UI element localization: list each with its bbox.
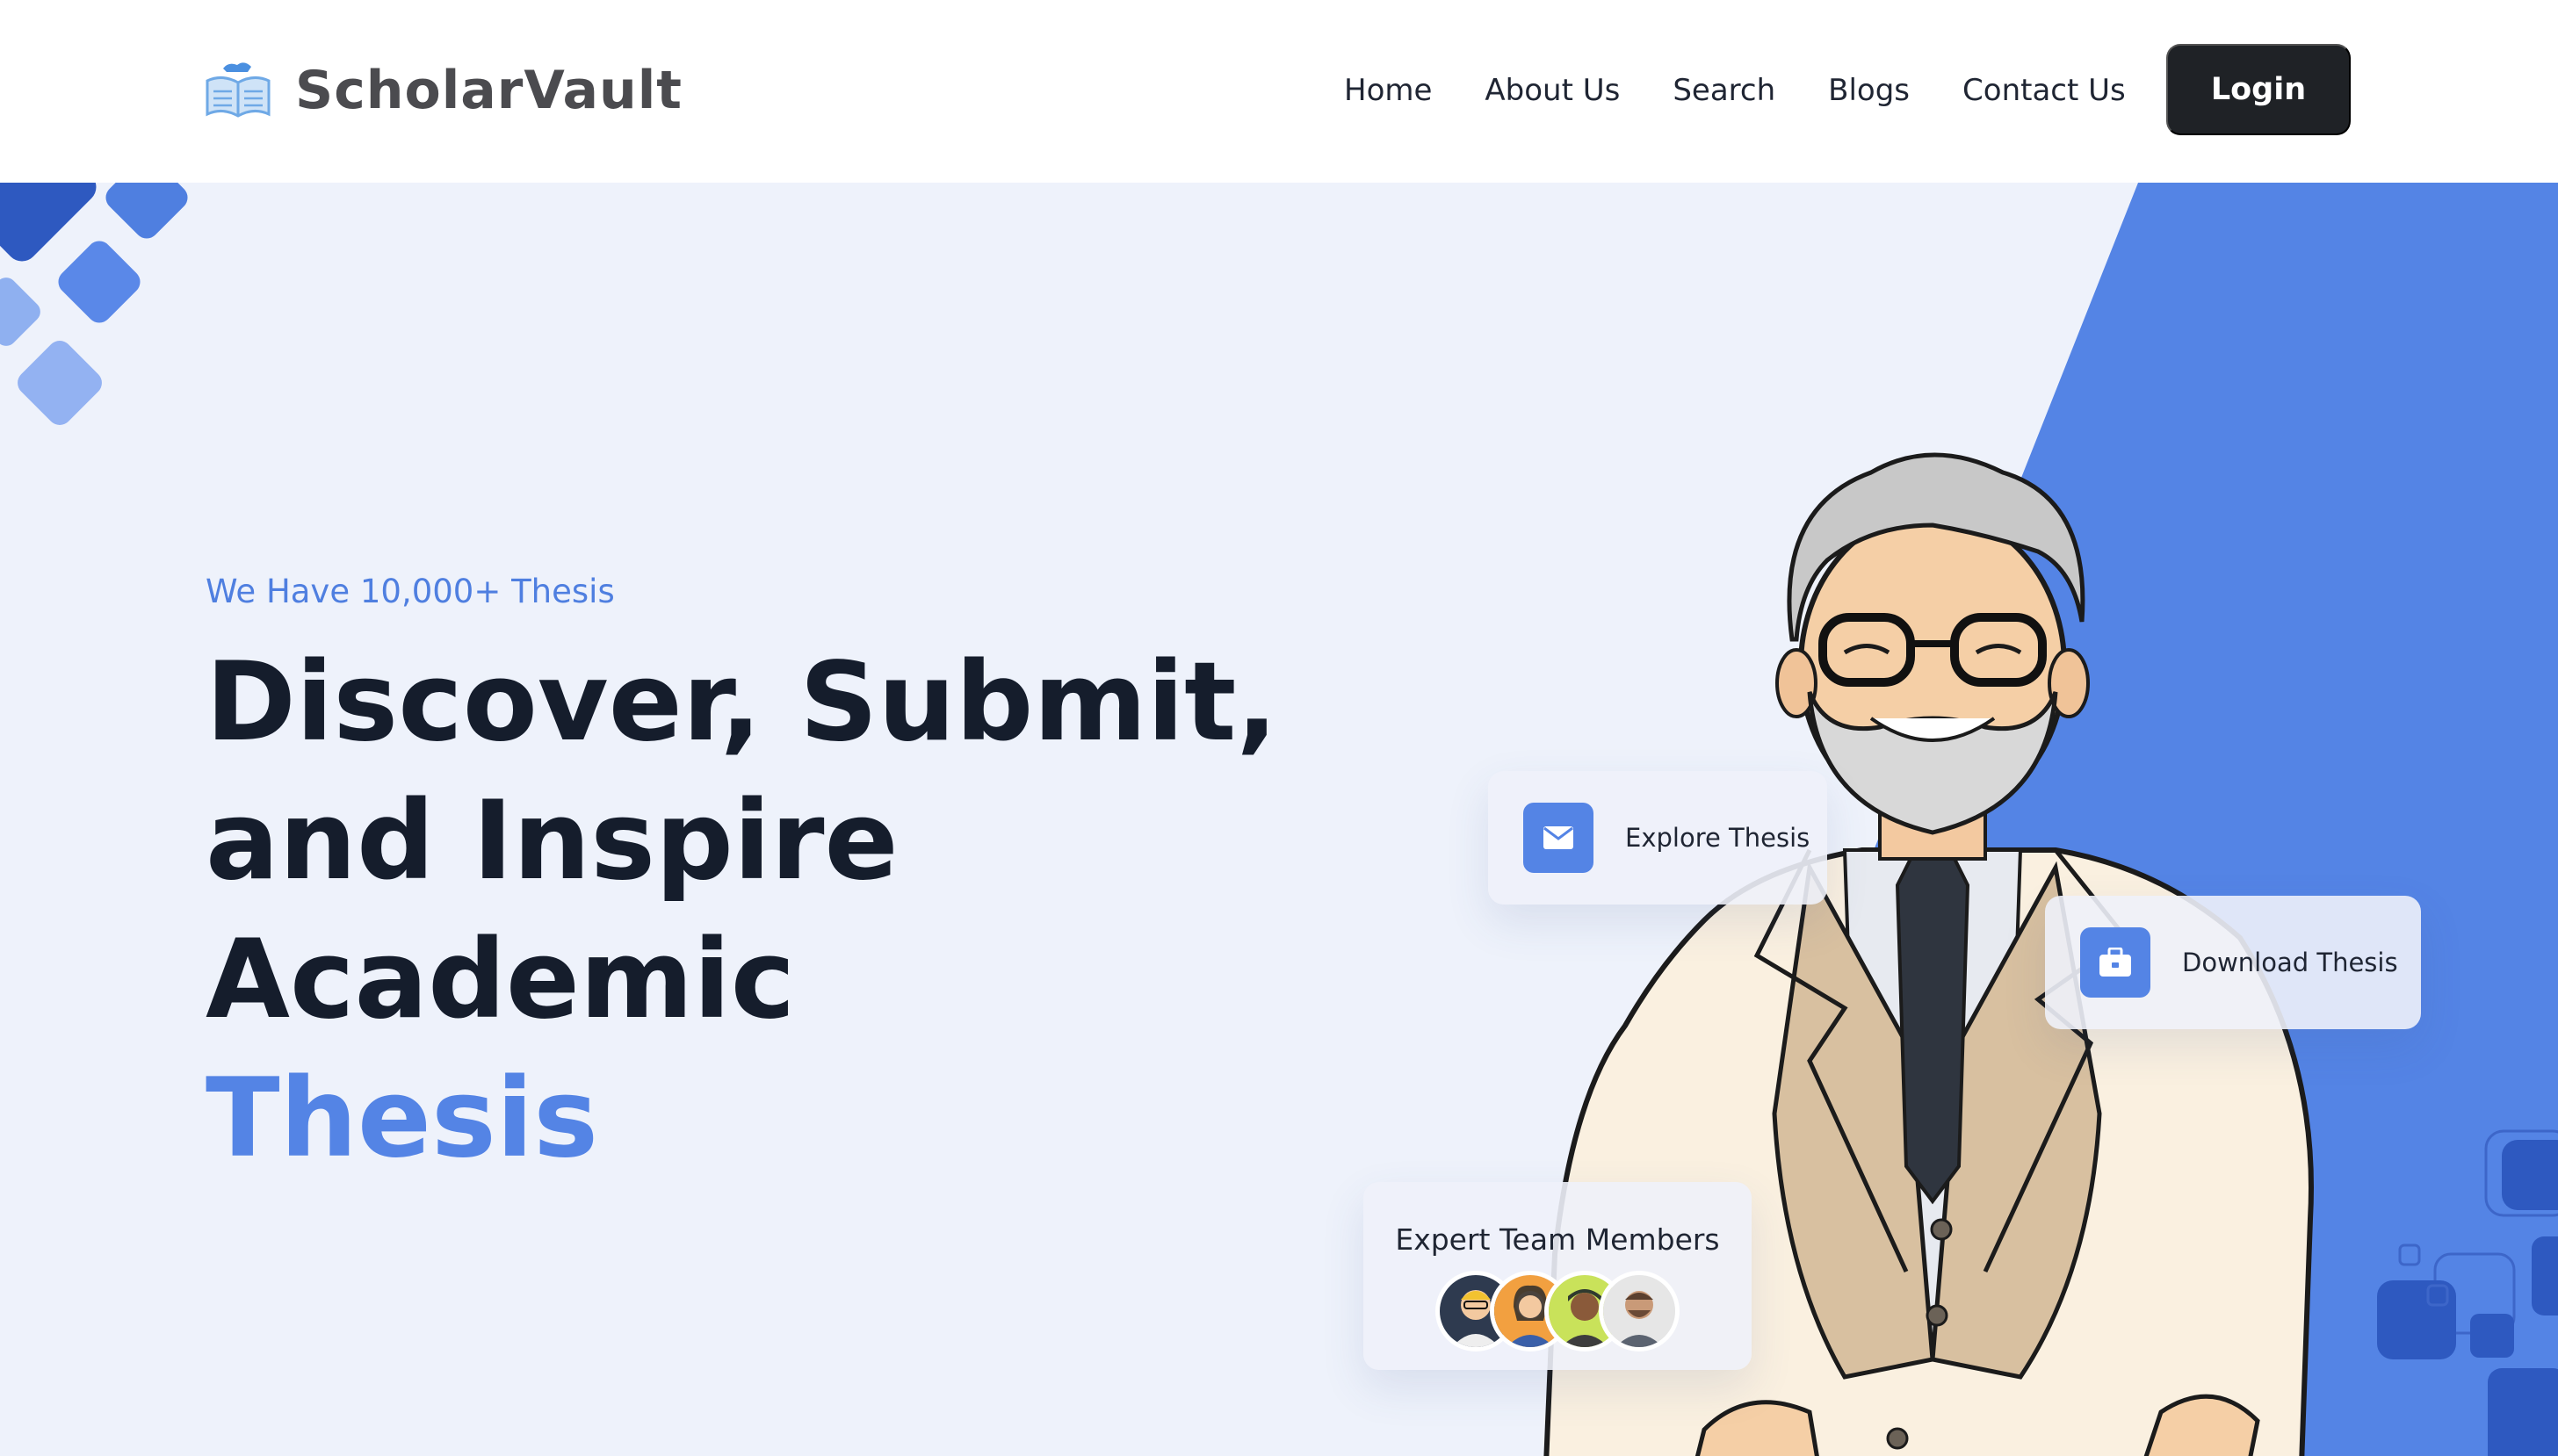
expert-team-title: Expert Team Members — [1395, 1222, 1720, 1257]
decorative-squares-bottom — [2377, 1129, 2558, 1456]
book-logo-icon — [206, 62, 271, 118]
nav-blogs[interactable]: Blogs — [1828, 73, 1910, 108]
nav-contact-us[interactable]: Contact Us — [1962, 73, 2126, 108]
nav-about-us[interactable]: About Us — [1485, 73, 1620, 108]
hero-copy: We Have 10,000+ Thesis Discover, Submit,… — [206, 573, 1278, 1188]
headline-accent: Thesis — [206, 1056, 599, 1182]
explore-thesis-label: Explore Thesis — [1625, 823, 1810, 853]
headline-line-1: Discover, Submit, — [206, 639, 1278, 766]
brand-name: ScholarVault — [295, 60, 683, 121]
headline-line-2: and Inspire — [206, 778, 899, 905]
login-button[interactable]: Login — [2166, 44, 2351, 135]
site-header: ScholarVault Home About Us Search Blogs … — [0, 0, 2558, 183]
decorative-squares — [0, 183, 188, 425]
explore-thesis-card[interactable]: Explore Thesis — [1488, 771, 1827, 905]
briefcase-icon — [2080, 927, 2150, 998]
main-nav: Home About Us Search Blogs Contact Us — [1344, 61, 2126, 119]
hero-section: We Have 10,000+ Thesis Discover, Submit,… — [0, 183, 2558, 1456]
nav-home[interactable]: Home — [1344, 73, 1432, 108]
headline-line-3: Academic — [206, 917, 796, 1043]
avatar[interactable] — [1599, 1271, 1680, 1351]
hero-tagline: We Have 10,000+ Thesis — [206, 573, 615, 610]
download-thesis-label: Download Thesis — [2182, 948, 2398, 977]
expert-team-card[interactable]: Expert Team Members — [1363, 1182, 1752, 1370]
download-thesis-card[interactable]: Download Thesis — [2045, 896, 2421, 1029]
nav-search[interactable]: Search — [1673, 73, 1775, 108]
team-avatars — [1435, 1271, 1680, 1351]
brand-logo-link[interactable]: ScholarVault — [202, 51, 683, 130]
envelope-icon — [1523, 803, 1593, 873]
hero-headline: Discover, Submit, and Inspire Academic T… — [206, 633, 1278, 1188]
